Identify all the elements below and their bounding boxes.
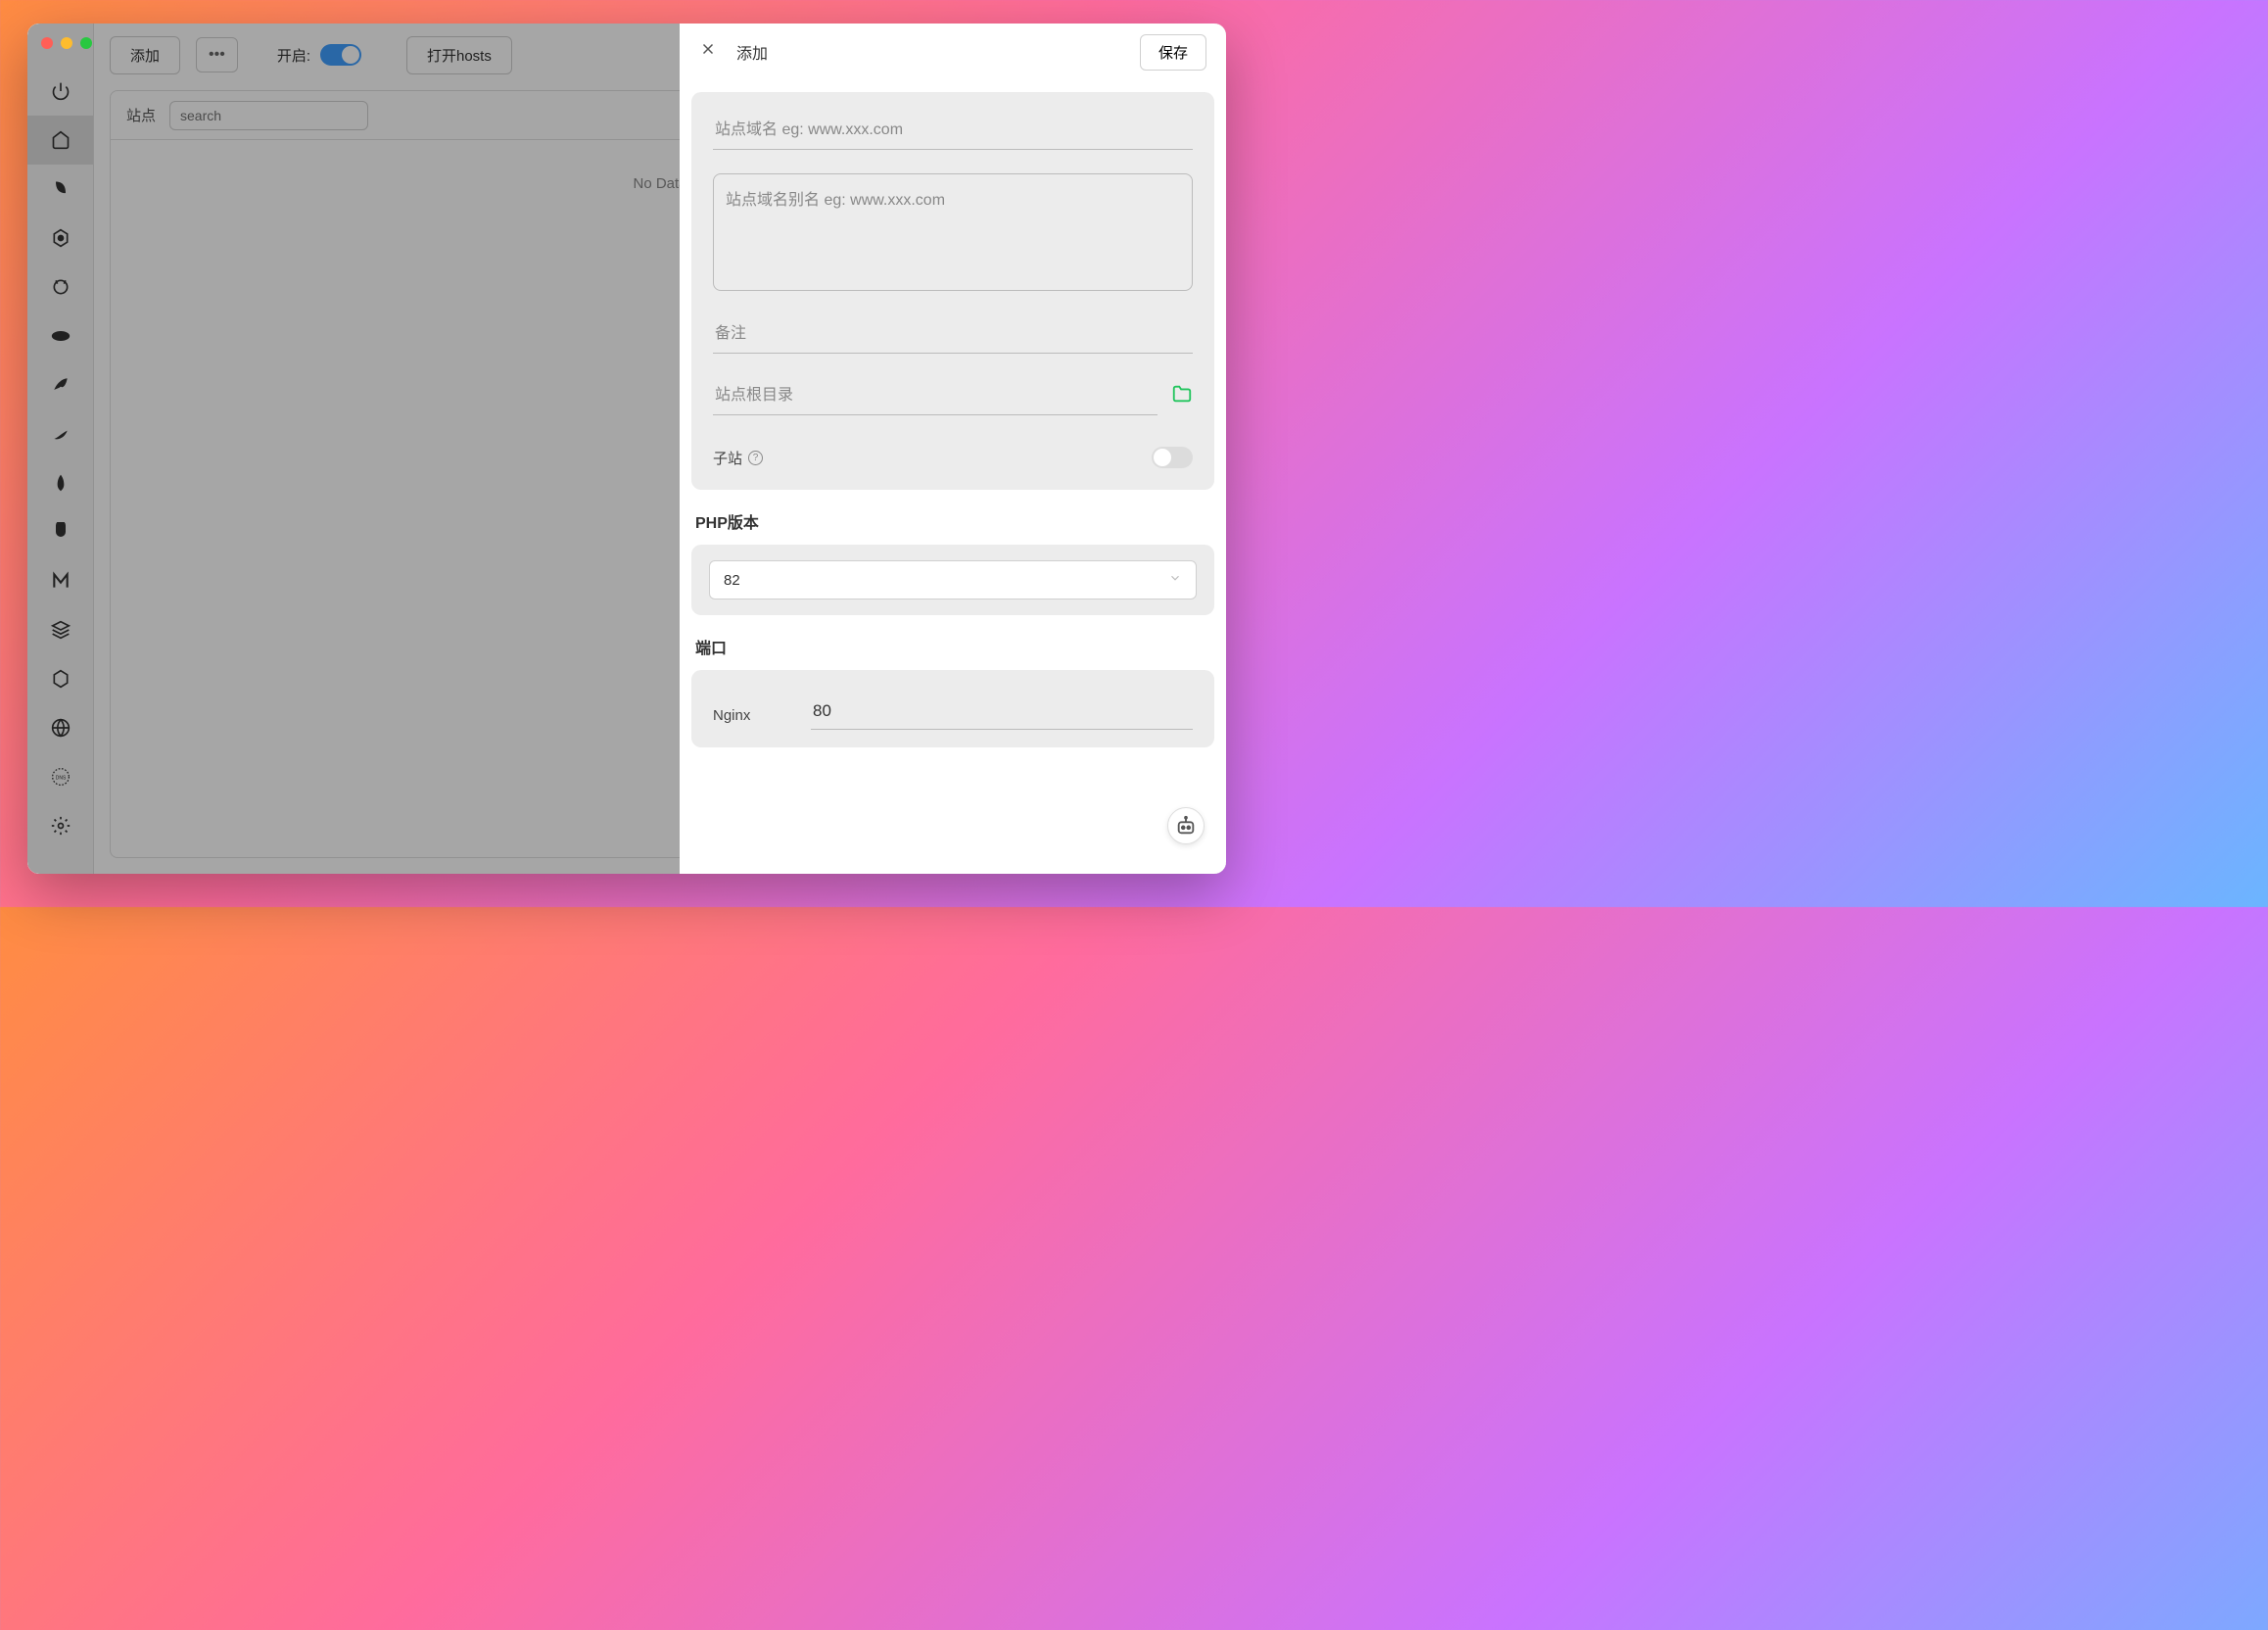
alias-input[interactable] — [713, 173, 1193, 291]
traffic-lights — [41, 37, 92, 49]
php-card: 82 — [691, 545, 1214, 615]
port-nginx-input[interactable] — [811, 694, 1193, 730]
app-window: DNS 添加 ••• 开启: 打开hosts 站点 php版本 No Data — [27, 24, 1226, 874]
chevron-down-icon — [1168, 571, 1182, 589]
drawer-body: 子站 ? PHP版本 82 端口 Nginx — [680, 80, 1226, 874]
substation-label: 子站 ? — [713, 448, 763, 468]
save-button[interactable]: 保存 — [1140, 34, 1206, 71]
port-card: Nginx — [691, 670, 1214, 747]
add-drawer: 添加 保存 子站 ? — [680, 24, 1226, 874]
help-icon[interactable]: ? — [748, 451, 763, 465]
root-row — [713, 377, 1193, 415]
domain-card: 子站 ? — [691, 92, 1214, 490]
close-icon[interactable] — [699, 40, 717, 64]
php-version-value: 82 — [724, 572, 740, 589]
root-input[interactable] — [713, 377, 1158, 415]
substation-switch[interactable] — [1152, 447, 1193, 468]
chatbot-button[interactable] — [1167, 807, 1205, 844]
close-window-button[interactable] — [41, 37, 53, 49]
drawer-title: 添加 — [736, 40, 768, 64]
php-section-title: PHP版本 — [691, 503, 1214, 545]
drawer-header: 添加 保存 — [680, 24, 1226, 80]
domain-input[interactable] — [713, 112, 1193, 150]
port-nginx-row: Nginx — [713, 680, 1193, 730]
maximize-window-button[interactable] — [80, 37, 92, 49]
folder-icon[interactable] — [1171, 383, 1193, 409]
remark-input[interactable] — [713, 315, 1193, 354]
port-section-title: 端口 — [691, 629, 1214, 670]
php-version-select[interactable]: 82 — [709, 560, 1197, 599]
substation-row: 子站 ? — [713, 439, 1193, 468]
minimize-window-button[interactable] — [61, 37, 72, 49]
robot-icon — [1175, 815, 1197, 837]
port-nginx-label: Nginx — [713, 707, 772, 724]
